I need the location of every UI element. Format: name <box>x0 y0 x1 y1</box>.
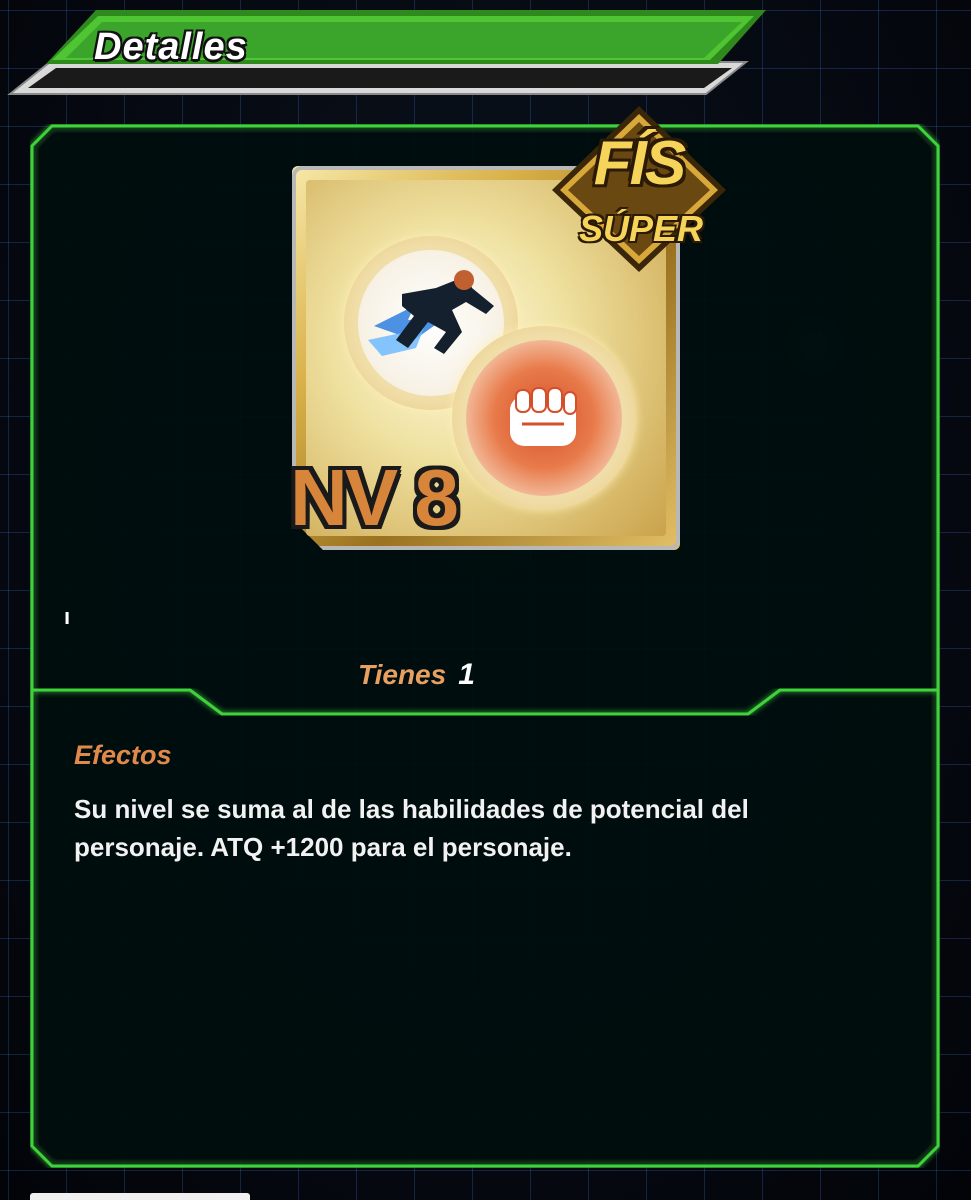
owned-count-row: Tienes 1 <box>358 658 475 692</box>
type-label: FÍS <box>593 129 686 198</box>
effects-heading: Efectos <box>74 740 172 770</box>
rarity-label: SÚPER <box>578 208 704 249</box>
fist-medal <box>452 326 636 510</box>
effects-description: Su nivel se suma al de las habilidades d… <box>74 794 749 862</box>
type-badge: FÍS SÚPER <box>550 104 728 274</box>
fist-icon <box>510 387 577 446</box>
level-label: NV 8 <box>290 453 459 542</box>
header-banner: Detalles <box>6 6 776 98</box>
page-title: Detalles <box>94 26 248 68</box>
owned-count: 1 <box>458 658 475 691</box>
details-screen: Detalles FÍS SÚPER NV 8 ı Tienes 1 Efect… <box>0 0 971 1200</box>
owned-label: Tienes <box>358 659 447 690</box>
cursor-marker: ı <box>64 604 71 629</box>
bottom-tab-edge <box>30 1193 250 1200</box>
